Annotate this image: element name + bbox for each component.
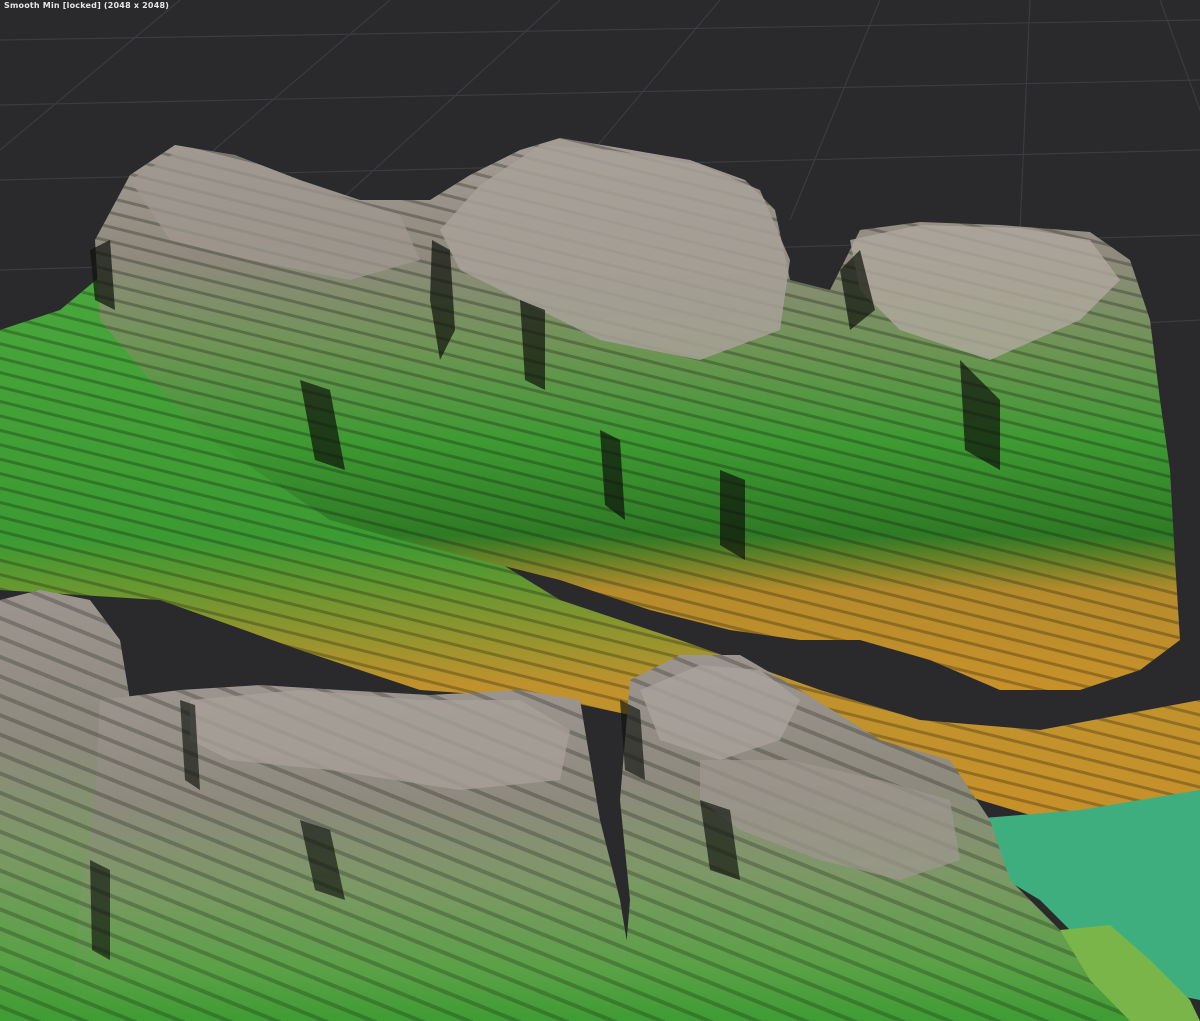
3d-viewport[interactable]: Smooth Min [locked] (2048 x 2048) [0, 0, 1200, 1021]
terrain-render [0, 138, 1200, 1021]
viewport-title: Smooth Min [locked] (2048 x 2048) [4, 1, 170, 10]
